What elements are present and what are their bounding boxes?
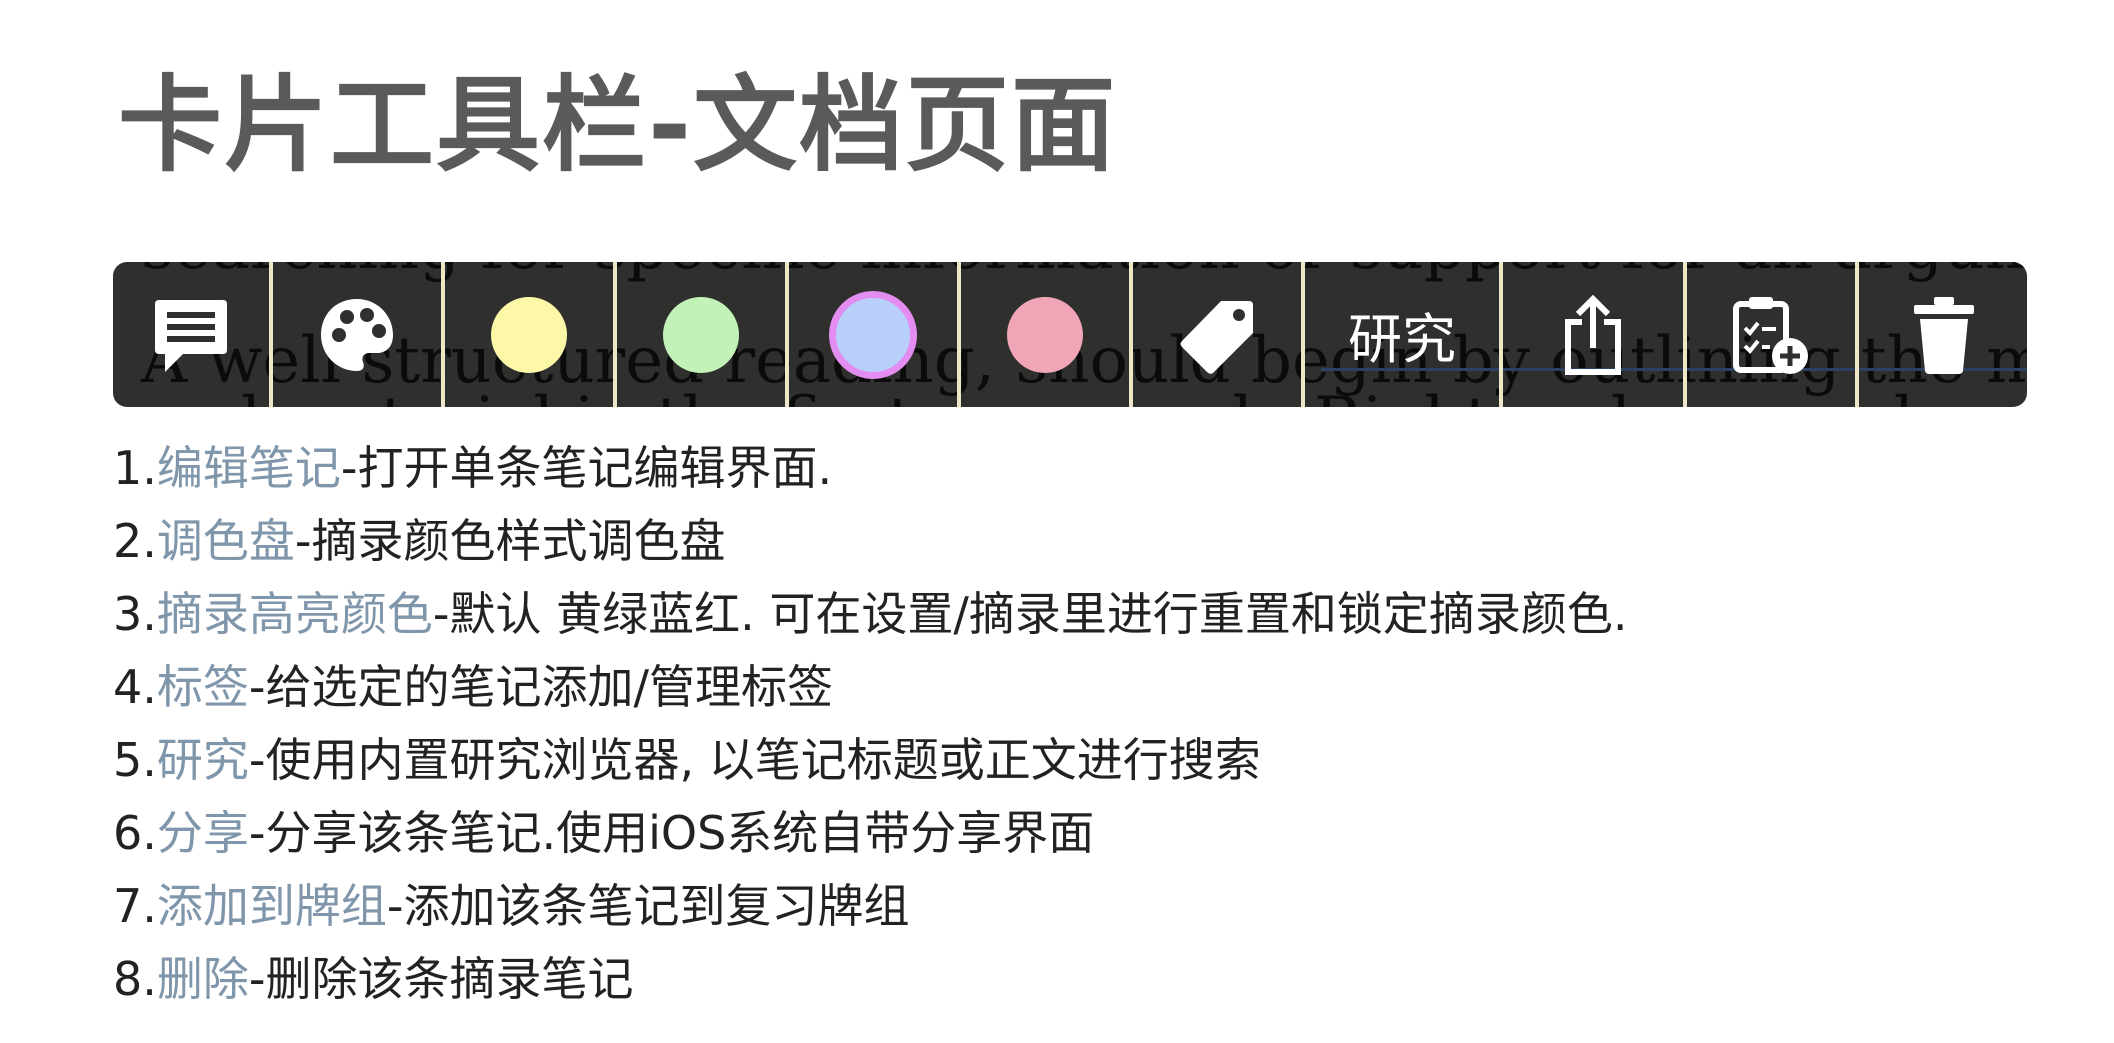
- feature-list: 1.编辑笔记-打开单条笔记编辑界面. 2.调色盘-摘录颜色样式调色盘 3.摘录高…: [113, 432, 1627, 1016]
- feature-name: 编辑笔记: [156, 441, 341, 495]
- feature-description: -删除该条摘录笔记: [248, 952, 634, 1006]
- list-item: 4.标签-给选定的笔记添加/管理标签: [113, 651, 1627, 724]
- feature-name: 分享: [156, 806, 249, 860]
- green-swatch: [663, 296, 739, 373]
- feature-description: -给选定的笔记添加/管理标签: [248, 660, 833, 714]
- red-swatch: [1007, 296, 1083, 373]
- highlight-green-button[interactable]: [617, 262, 789, 407]
- item-number: 8.: [113, 952, 157, 1006]
- tag-button[interactable]: [1133, 262, 1305, 407]
- item-number: 5.: [113, 733, 157, 787]
- item-number: 7.: [113, 879, 157, 933]
- research-label: 研究: [1348, 308, 1456, 371]
- item-number: 4.: [113, 660, 157, 714]
- item-number: 6.: [113, 806, 157, 860]
- toolbar-buttons: 研究: [113, 262, 2027, 407]
- highlight-yellow-button[interactable]: [445, 262, 617, 407]
- palette-icon: [317, 295, 397, 375]
- feature-name: 标签: [156, 660, 249, 714]
- item-number: 1.: [113, 441, 157, 495]
- list-item: 1.编辑笔记-打开单条笔记编辑界面.: [113, 432, 1627, 505]
- page-title: 卡片工具栏-文档页面: [118, 64, 1118, 186]
- feature-description: -默认 黄绿蓝红. 可在设置/摘录里进行重置和锁定摘录颜色.: [432, 587, 1628, 641]
- feature-description: -分享该条笔记.使用iOS系统自带分享界面: [248, 806, 1095, 860]
- list-item: 2.调色盘-摘录颜色样式调色盘: [113, 505, 1627, 578]
- blue-swatch: [829, 290, 917, 379]
- tag-icon: [1177, 295, 1257, 375]
- add-to-deck-button[interactable]: [1687, 262, 1859, 407]
- share-button[interactable]: [1503, 262, 1687, 407]
- note-comment-icon: [153, 296, 229, 374]
- card-toolbar: searching for specific information or su…: [113, 262, 2027, 407]
- list-item: 6.分享-分享该条笔记.使用iOS系统自带分享界面: [113, 797, 1627, 870]
- clipboard-add-icon: [1730, 292, 1812, 378]
- research-button[interactable]: 研究: [1305, 262, 1503, 407]
- list-item: 7.添加到牌组-添加该条笔记到复习牌组: [113, 870, 1627, 943]
- palette-button[interactable]: [273, 262, 445, 407]
- feature-name: 调色盘: [156, 514, 295, 568]
- item-number: 3.: [113, 587, 157, 641]
- list-item: 5.研究-使用内置研究浏览器, 以笔记标题或正文进行搜索: [113, 724, 1627, 797]
- feature-description: -打开单条笔记编辑界面.: [340, 441, 833, 495]
- yellow-swatch: [491, 296, 567, 373]
- highlight-blue-button[interactable]: [789, 262, 961, 407]
- delete-button[interactable]: [1859, 262, 2027, 407]
- feature-name: 删除: [156, 952, 249, 1006]
- feature-name: 添加到牌组: [156, 879, 387, 933]
- highlight-red-button[interactable]: [961, 262, 1133, 407]
- trash-icon: [1912, 295, 1976, 375]
- share-icon: [1560, 294, 1626, 376]
- item-number: 2.: [113, 514, 157, 568]
- list-item: 3.摘录高亮颜色-默认 黄绿蓝红. 可在设置/摘录里进行重置和锁定摘录颜色.: [113, 578, 1627, 651]
- feature-description: -添加该条笔记到复习牌组: [386, 879, 910, 933]
- feature-name: 研究: [156, 733, 249, 787]
- feature-description: -使用内置研究浏览器, 以笔记标题或正文进行搜索: [248, 733, 1261, 787]
- list-item: 8.删除-删除该条摘录笔记: [113, 943, 1627, 1016]
- feature-description: -摘录颜色样式调色盘: [294, 514, 726, 568]
- edit-note-button[interactable]: [113, 262, 273, 407]
- feature-name: 摘录高亮颜色: [156, 587, 433, 641]
